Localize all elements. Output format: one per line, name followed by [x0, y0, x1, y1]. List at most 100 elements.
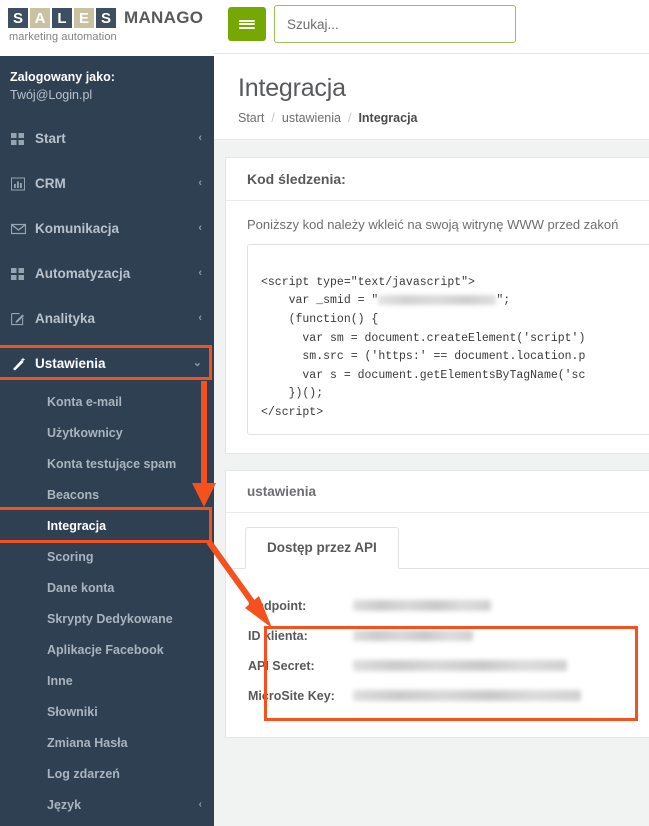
tab-label: Dostęp przez API — [267, 539, 377, 555]
breadcrumb-item-start[interactable]: Start — [238, 111, 264, 125]
chevron-left-icon: ‹ — [198, 222, 202, 234]
page-header: Integracja Start / ustawienia / Integrac… — [214, 54, 649, 140]
code-line: var s = document.getElementsByTagName('s… — [261, 368, 586, 382]
breadcrumb-item-ustawienia[interactable]: ustawienia — [282, 111, 341, 125]
sidebar-item-ustawienia[interactable]: Ustawienia ⌄ — [0, 341, 214, 386]
sidebar-subitem-aplikacje-facebook[interactable]: Aplikacje Facebook — [0, 634, 214, 665]
sidebar-subitem-integracja[interactable]: Integracja — [0, 510, 214, 541]
sidebar-subitem-konta-testujace-spam[interactable]: Konta testujące spam — [0, 448, 214, 479]
code-line: <script type="text/javascript"> — [261, 275, 475, 289]
sidebar-subitem-uzytkownicy[interactable]: Użytkownicy — [0, 417, 214, 448]
logged-in-block: Zalogowany jako: Twój@Login.pl — [0, 56, 214, 116]
breadcrumb-separator: / — [347, 111, 352, 125]
sidebar-subitem-label: Beacons — [47, 487, 100, 502]
sidebar-subitem-slowniki[interactable]: Słowniki — [0, 696, 214, 727]
chevron-left-icon: ‹ — [198, 132, 202, 144]
hamburger-line — [239, 23, 255, 25]
code-line: (function() { — [261, 312, 379, 326]
credential-label: Endpoint: — [248, 598, 307, 613]
sidebar-subitem-label: Użytkownicy — [47, 425, 123, 440]
settings-tabs: Dostęp przez API — [226, 513, 649, 569]
sidebar-subitem-label: Konta testujące spam — [47, 456, 177, 471]
grid-icon — [11, 267, 31, 281]
sidebar-subitem-label: Język — [47, 797, 82, 812]
tracking-code-body: Poniższy kod należy wkleić na swoją witr… — [226, 201, 649, 453]
search-input[interactable]: Szukaj... — [274, 5, 516, 43]
bar-chart-icon — [11, 177, 31, 191]
logged-in-user: Twój@Login.pl — [10, 88, 93, 102]
sidebar-subitem-beacons[interactable]: Beacons — [0, 479, 214, 510]
sidebar-subitem-label: Zmiana Hasła — [47, 735, 128, 750]
credential-row-endpoint: Endpoint: — [248, 591, 649, 621]
sidebar-item-automatyzacja[interactable]: Automatyzacja ‹ — [0, 251, 214, 296]
credential-label: MicroSite Key: — [248, 688, 335, 703]
sidebar-subitem-label: Słowniki — [47, 704, 98, 719]
redacted-smid-value — [378, 295, 497, 306]
tracking-code-block[interactable]: <script type="text/javascript"> var _smi… — [247, 244, 649, 435]
sidebar-subitem-inne[interactable]: Inne — [0, 665, 214, 696]
logo-letter-e: E — [74, 8, 94, 28]
search-placeholder: Szukaj... — [287, 16, 339, 32]
redacted-api-secret-value — [353, 660, 567, 672]
redacted-endpoint-value — [353, 600, 491, 612]
sidebar-item-label: Analityka — [35, 311, 96, 326]
sidebar-item-crm[interactable]: CRM ‹ — [0, 161, 214, 206]
sidebar-subitem-konta-e-mail[interactable]: Konta e-mail — [0, 386, 214, 417]
sidebar-subitem-label: Dane konta — [47, 580, 115, 595]
sidebar-subitem-label: Log zdarzeń — [47, 766, 120, 781]
envelope-icon — [11, 223, 31, 235]
code-line-after: "; — [496, 294, 511, 308]
tab-dostep-przez-api[interactable]: Dostęp przez API — [245, 526, 399, 569]
hamburger-icon[interactable] — [228, 7, 266, 41]
sidebar-item-analityka[interactable]: Analityka ‹ — [0, 296, 214, 341]
redacted-client-id-value — [353, 630, 473, 642]
chevron-left-icon: ‹ — [198, 177, 202, 189]
sidebar-subitem-dane-konta[interactable]: Dane konta — [0, 572, 214, 603]
sidebar: S A L E S MANAGO marketing automation Za… — [0, 0, 214, 826]
sidebar-subitem-zmiana-hasla[interactable]: Zmiana Hasła — [0, 727, 214, 758]
credential-row-microsite-key: MicroSite Key: — [248, 681, 649, 711]
sidebar-subitem-label: Scoring — [47, 549, 94, 564]
hamburger-line — [239, 19, 255, 22]
chevron-left-icon: ‹ — [198, 267, 202, 279]
brand-header: S A L E S MANAGO marketing automation — [0, 0, 214, 56]
topbar: Szukaj... — [214, 0, 649, 54]
sidebar-item-komunikacja[interactable]: Komunikacja ‹ — [0, 206, 214, 251]
code-line: sm.src = ('https:' == document.location.… — [261, 350, 586, 364]
sidebar-item-label: CRM — [35, 176, 66, 191]
pencil-square-icon — [11, 312, 31, 326]
sidebar-subitem-label: Aplikacje Facebook — [47, 642, 164, 657]
tracking-code-panel: Kod śledzenia: Poniższy kod należy wklei… — [225, 157, 649, 454]
redacted-microsite-key-value — [353, 690, 581, 702]
sales-logo: S A L E S — [8, 8, 116, 28]
sidebar-subitem-skrypty-dedykowane[interactable]: Skrypty Dedykowane — [0, 603, 214, 634]
settings-panel-header: ustawienia — [226, 471, 649, 513]
code-line: </script> — [261, 406, 324, 419]
sidebar-item-label: Automatyzacja — [35, 266, 131, 281]
breadcrumb: Start / ustawienia / Integracja — [238, 111, 649, 125]
api-credentials: Endpoint: ID klienta: API Secret: MicroS… — [226, 569, 649, 737]
grid-icon — [11, 132, 31, 146]
chevron-left-icon: ‹ — [198, 312, 202, 324]
brand-name: MANAGO — [124, 8, 204, 27]
code-line: })(); — [261, 387, 324, 401]
sidebar-item-label: Ustawienia — [35, 356, 106, 371]
sidebar-item-label: Start — [35, 131, 66, 146]
main-content: Integracja Start / ustawienia / Integrac… — [214, 54, 649, 826]
brand-tagline: marketing automation — [9, 31, 117, 43]
logo-letter-s2: S — [96, 8, 116, 28]
code-line: var _smid = " — [261, 294, 379, 308]
logged-in-label: Zalogowany jako: — [10, 70, 115, 84]
sidebar-subitem-jezyk[interactable]: Język ‹ — [0, 789, 214, 820]
page-title: Integracja — [238, 74, 346, 102]
hamburger-line — [239, 26, 255, 29]
credential-row-id-klienta: ID klienta: — [248, 621, 649, 651]
sidebar-subitem-label: Skrypty Dedykowane — [47, 611, 173, 626]
sidebar-subitem-log-zdarzen[interactable]: Log zdarzeń — [0, 758, 214, 789]
main-nav: Start ‹ CRM ‹ Komunikacja ‹ Automatyzacj… — [0, 116, 214, 386]
app-window: S A L E S MANAGO marketing automation Za… — [0, 0, 649, 826]
sidebar-item-start[interactable]: Start ‹ — [0, 116, 214, 161]
breadcrumb-item-integracja: Integracja — [358, 111, 418, 125]
sidebar-subitem-label: Konta e-mail — [47, 394, 123, 409]
sidebar-subitem-scoring[interactable]: Scoring — [0, 541, 214, 572]
